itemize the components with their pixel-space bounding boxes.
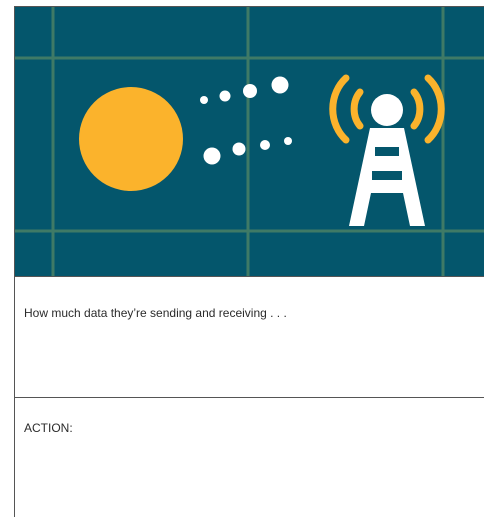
action-label: ACTION:: [24, 421, 73, 435]
data-dot: [260, 140, 270, 150]
data-dot: [232, 142, 246, 156]
sun-icon: [79, 87, 183, 191]
data-dots-icon: [200, 76, 292, 165]
prompt-text: How much data they’re sending and receiv…: [24, 306, 287, 320]
data-dot: [203, 147, 221, 165]
data-dot: [200, 96, 208, 104]
section-divider: [15, 397, 484, 398]
data-dot: [243, 84, 257, 98]
data-dot: [271, 76, 289, 94]
cell-tower-icon: [349, 94, 425, 226]
data-dot: [284, 137, 292, 145]
data-transfer-illustration: [15, 7, 484, 276]
illustration-canvas: [15, 7, 484, 276]
section-divider: [15, 276, 484, 277]
worksheet-card: How much data they’re sending and receiv…: [14, 6, 484, 517]
data-dot: [219, 90, 231, 102]
